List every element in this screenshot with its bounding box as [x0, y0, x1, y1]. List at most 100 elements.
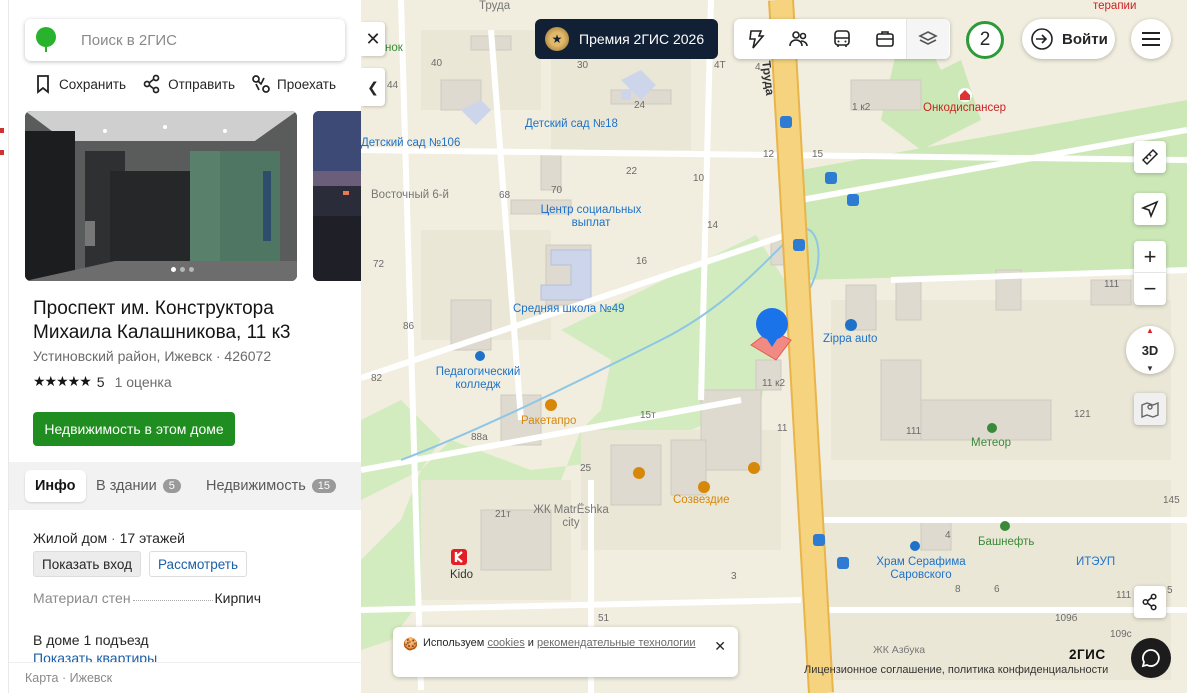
photo-gallery[interactable]	[25, 111, 361, 281]
breadcrumb: Карта · Ижевск	[9, 662, 361, 693]
gallery-dots	[171, 267, 194, 272]
bus-stop-icon[interactable]	[813, 534, 825, 546]
bus-stop-icon[interactable]	[837, 557, 849, 569]
zoom-in-button[interactable]: +	[1134, 241, 1166, 273]
ruler-button[interactable]	[1134, 141, 1166, 173]
login-label: Войти	[1062, 30, 1108, 48]
attractions-button[interactable]	[734, 19, 777, 59]
close-card-button[interactable]: ✕	[361, 22, 385, 56]
bus-stop-icon[interactable]	[793, 239, 805, 251]
map-label-street-top: Труда	[479, 0, 511, 12]
house-number: 82	[371, 373, 383, 384]
rating-count[interactable]: 1 оценка	[115, 374, 172, 390]
tab-in-building-label: В здании	[96, 478, 157, 494]
cookie-icon: 🍪	[403, 637, 418, 651]
recommendation-tech-link[interactable]: рекомендательные технологии	[537, 637, 696, 649]
license-link[interactable]: Лицензионное соглашение, политика конфид…	[804, 664, 1108, 676]
medal-icon: ★	[545, 27, 569, 51]
share-icon	[143, 74, 160, 94]
route-label: Проехать	[277, 76, 337, 92]
zoom-control: + −	[1134, 241, 1166, 305]
house-number: 44	[387, 80, 399, 91]
route-button[interactable]: Проехать	[251, 74, 336, 94]
tab-info[interactable]: Инфо	[25, 470, 86, 502]
minus-icon: −	[1143, 276, 1157, 301]
house-number: 22	[626, 166, 638, 177]
tab-realty-count: 15	[311, 479, 337, 493]
transport-button[interactable]	[820, 19, 863, 59]
premium-banner-button[interactable]: ★ Премия 2ГИС 2026	[535, 19, 718, 59]
house-number: 4	[755, 62, 761, 73]
3d-label: 3D	[1141, 342, 1159, 358]
cookie-and: и	[527, 637, 534, 649]
show-entrance-button[interactable]: Показать вход	[33, 551, 141, 577]
tab-in-building-count: 5	[162, 479, 181, 493]
place-title: Проспект им. Конструктора Михаила Калашн…	[33, 298, 291, 343]
postcode: 426072	[224, 348, 272, 364]
chat-button[interactable]	[1131, 638, 1171, 678]
house-number: 40	[431, 58, 443, 69]
photo-evening-view[interactable]	[313, 111, 361, 281]
map-mode-button[interactable]	[1134, 393, 1166, 425]
breadcrumb-map[interactable]: Карта	[25, 671, 58, 685]
breadcrumb-city[interactable]: Ижевск	[70, 671, 113, 685]
layers-button[interactable]	[906, 19, 949, 59]
share-button[interactable]: Отправить	[142, 74, 235, 94]
tabs-bar: Инфо В здании 5 Недвижимость 15	[9, 462, 361, 510]
map-label-vostochny: Восточный 6-й	[371, 189, 449, 201]
selected-location-pin-icon[interactable]	[755, 307, 789, 349]
rating-stars: ★★★★★	[33, 373, 92, 389]
house-number: 1 к2	[852, 102, 871, 113]
business-button[interactable]	[863, 19, 906, 59]
hamburger-icon	[1142, 32, 1160, 46]
map-label-terapii: терапии	[1093, 0, 1137, 12]
save-button[interactable]: Сохранить	[33, 74, 126, 94]
route-icon	[252, 75, 270, 93]
building-floors: 17 этажей	[119, 530, 185, 546]
map-view[interactable]: Труда терапии чнок Труда Онкодиспансер Д…	[361, 0, 1187, 693]
house-number: 30	[577, 60, 589, 71]
house-number: 51	[598, 613, 610, 624]
close-cookie-button[interactable]: ✕	[714, 639, 726, 653]
photo-elevator-hall[interactable]	[25, 111, 297, 281]
people-button[interactable]	[777, 19, 820, 59]
house-number: 72	[373, 259, 385, 270]
kido-logo-icon	[451, 549, 467, 565]
menu-button[interactable]	[1131, 19, 1171, 59]
share-map-button[interactable]	[1134, 586, 1166, 618]
my-location-button[interactable]	[1134, 193, 1166, 225]
notification-counter[interactable]: 2	[966, 21, 1004, 59]
tab-realty-label: Недвижимость	[206, 478, 306, 494]
rating[interactable]: ★★★★★ 5 1 оценка	[33, 373, 172, 390]
realty-in-house-button[interactable]: Недвижимость в этом доме	[33, 412, 235, 446]
bus-stop-icon[interactable]	[825, 172, 837, 184]
3d-toggle-button[interactable]: ▲ 3D ▼	[1126, 326, 1174, 374]
inspect-button[interactable]: Рассмотреть	[149, 551, 248, 577]
cookies-link[interactable]: cookies	[487, 637, 524, 649]
house-number: 14	[707, 220, 719, 231]
login-button[interactable]: Войти	[1022, 19, 1115, 59]
category-toolbar	[734, 19, 950, 59]
cookie-banner: 🍪 Используем cookies и рекомендательные …	[393, 627, 738, 677]
hospital-icon	[958, 88, 972, 102]
material-key: Материал стен	[33, 590, 131, 606]
bus-stop-icon[interactable]	[847, 194, 859, 206]
meteor-icon	[987, 423, 997, 433]
plus-icon: +	[1143, 243, 1157, 269]
house-number: 86	[403, 321, 415, 332]
edge-mark	[0, 128, 4, 133]
tab-info-label: Инфо	[35, 478, 76, 494]
house-number: 111	[1116, 590, 1132, 601]
briefcase-icon	[875, 31, 894, 47]
people-icon	[788, 31, 808, 47]
bus-stop-icon[interactable]	[780, 116, 792, 128]
layers-icon	[918, 31, 938, 45]
college-icon	[475, 351, 485, 361]
tab-in-building[interactable]: В здании 5	[96, 470, 181, 502]
tab-realty[interactable]: Недвижимость 15	[206, 470, 337, 502]
collapse-panel-button[interactable]: ❮	[361, 68, 385, 106]
zoom-out-button[interactable]: −	[1134, 273, 1166, 305]
district: Устиновский район, Ижевск	[33, 348, 212, 364]
search-input[interactable]	[81, 30, 331, 50]
search-box[interactable]	[25, 19, 345, 61]
